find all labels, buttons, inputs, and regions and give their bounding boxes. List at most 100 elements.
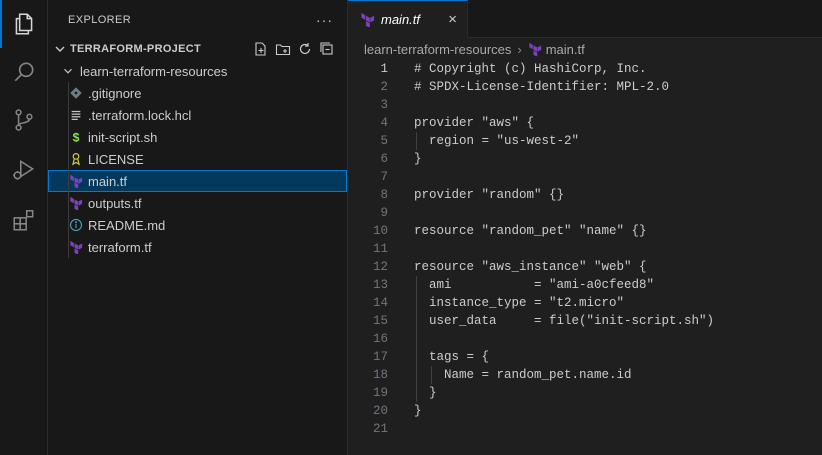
file-list: .gitignore .terraform.lock.hcl $ init-scrip… <box>48 82 347 258</box>
workspace-title: TERRAFORM-PROJECT <box>70 43 201 55</box>
line-content: tags = { <box>414 350 490 364</box>
terraform-icon <box>68 173 84 189</box>
breadcrumb-file[interactable]: main.tf <box>546 42 585 57</box>
indent-guide <box>68 148 69 170</box>
code-editor[interactable]: 1 # Copyright (c) HashiCorp, Inc. 2 # SPDX-… <box>348 60 822 438</box>
breadcrumb-folder[interactable]: learn-terraform-resources <box>364 42 511 57</box>
line-content: # Copyright (c) HashiCorp, Inc. <box>414 62 647 76</box>
line-number: 14 <box>372 296 388 310</box>
code-line: 8 provider "random" {} <box>348 186 822 204</box>
indent-guide <box>68 104 69 126</box>
file-row[interactable]: .gitignore <box>48 82 347 104</box>
file-label: LICENSE <box>88 151 144 167</box>
code-line: 6} <box>348 150 822 168</box>
line-number: 19 <box>372 386 388 400</box>
more-actions-icon[interactable]: ··· <box>316 12 333 28</box>
line-number: 21 <box>372 422 388 436</box>
line-number: 12 <box>372 260 388 274</box>
line-number: 1 <box>380 62 388 76</box>
line-number: 15 <box>372 314 388 328</box>
line-content: ami = "ami-a0cfeed8" <box>414 278 655 292</box>
editor-area: main.tf × learn-terraform-resources › ma… <box>348 0 822 455</box>
code-line: 18 Name = random_pet.name.id <box>348 366 822 384</box>
code-line: 14 instance_type = "t2.micro" <box>348 294 822 312</box>
file-label: main.tf <box>88 173 128 189</box>
line-content: Name = random_pet.name.id <box>414 368 632 382</box>
line-number: 13 <box>372 278 388 292</box>
breadcrumb-separator: › <box>517 41 522 57</box>
indent-guide <box>68 170 69 192</box>
section-actions <box>253 41 347 57</box>
gitignore-icon <box>68 85 84 101</box>
line-number: 9 <box>380 206 388 220</box>
line-content: provider "aws" { <box>414 116 535 130</box>
breadcrumb: learn-terraform-resources › main.tf <box>348 38 822 60</box>
terraform-icon <box>528 42 542 56</box>
folder-row[interactable]: learn-terraform-resources <box>48 60 347 82</box>
collapse-all-icon[interactable] <box>319 41 335 57</box>
source-control-icon <box>11 107 37 133</box>
info-icon <box>68 217 84 233</box>
file-row[interactable]: main.tf <box>48 170 347 192</box>
explorer-button[interactable] <box>0 0 48 48</box>
line-content: resource "random_pet" "name" {} <box>414 224 647 238</box>
svg-text:$: $ <box>73 130 80 144</box>
indent-guide <box>68 214 69 236</box>
new-folder-icon[interactable] <box>275 41 291 57</box>
chevron-down-icon <box>52 41 68 57</box>
new-file-icon[interactable] <box>253 41 269 57</box>
file-label: outputs.tf <box>88 195 142 211</box>
tab-label: main.tf <box>381 12 421 27</box>
file-row[interactable]: $ init-script.sh <box>48 126 347 148</box>
file-row[interactable]: terraform.tf <box>48 236 347 258</box>
code-line: 10 resource "random_pet" "name" {} <box>348 222 822 240</box>
folder-label: learn-terraform-resources <box>80 63 228 79</box>
terraform-icon <box>68 239 84 255</box>
code-line: 19 } <box>348 384 822 402</box>
code-line: 16 <box>348 330 822 348</box>
file-row[interactable]: LICENSE <box>48 148 347 170</box>
code-line: 5 region = "us-west-2" <box>348 132 822 150</box>
line-number: 7 <box>380 170 388 184</box>
code-line: 17 tags = { <box>348 348 822 366</box>
extensions-button[interactable] <box>0 196 48 244</box>
explorer-sidebar: EXPLORER ··· TERRAFORM-PROJECT learn-ter… <box>48 0 348 455</box>
tab-main-tf[interactable]: main.tf × <box>348 0 468 38</box>
search-icon <box>11 59 37 85</box>
file-row[interactable]: README.md <box>48 214 347 236</box>
extensions-icon <box>11 207 37 233</box>
search-button[interactable] <box>0 48 48 96</box>
source-control-button[interactable] <box>0 96 48 144</box>
code-line: 20} <box>348 402 822 420</box>
line-number: 8 <box>380 188 388 202</box>
file-lines-icon <box>68 107 84 123</box>
code-line: 15 user_data = file("init-script.sh") <box>348 312 822 330</box>
file-row[interactable]: .terraform.lock.hcl <box>48 104 347 126</box>
indent-guide <box>68 82 69 104</box>
file-label: .gitignore <box>88 85 142 101</box>
line-content: # SPDX-License-Identifier: MPL-2.0 <box>414 80 670 94</box>
terraform-icon <box>68 195 84 211</box>
code-line: 12 resource "aws_instance" "web" { <box>348 258 822 276</box>
line-number: 16 <box>372 332 388 346</box>
shell-dollar-icon: $ <box>68 129 84 145</box>
file-row[interactable]: outputs.tf <box>48 192 347 214</box>
code-line: 3 <box>348 96 822 114</box>
line-number: 6 <box>380 152 388 166</box>
code-line: 13 ami = "ami-a0cfeed8" <box>348 276 822 294</box>
code-line: 2 # SPDX-License-Identifier: MPL-2.0 <box>348 78 822 96</box>
sidebar-header: EXPLORER ··· <box>48 0 347 40</box>
workspace-section-header[interactable]: TERRAFORM-PROJECT <box>48 38 347 60</box>
file-label: terraform.tf <box>88 239 152 255</box>
line-number: 5 <box>380 134 388 148</box>
close-icon[interactable]: × <box>448 11 457 28</box>
line-content: user_data = file("init-script.sh") <box>414 314 715 328</box>
line-number: 2 <box>380 80 388 94</box>
line-number: 11 <box>372 242 388 256</box>
run-debug-button[interactable] <box>0 146 48 194</box>
refresh-icon[interactable] <box>297 41 313 57</box>
code-line: 9 <box>348 204 822 222</box>
line-number: 17 <box>372 350 388 364</box>
line-number: 4 <box>380 116 388 130</box>
indent-guide <box>68 236 69 258</box>
